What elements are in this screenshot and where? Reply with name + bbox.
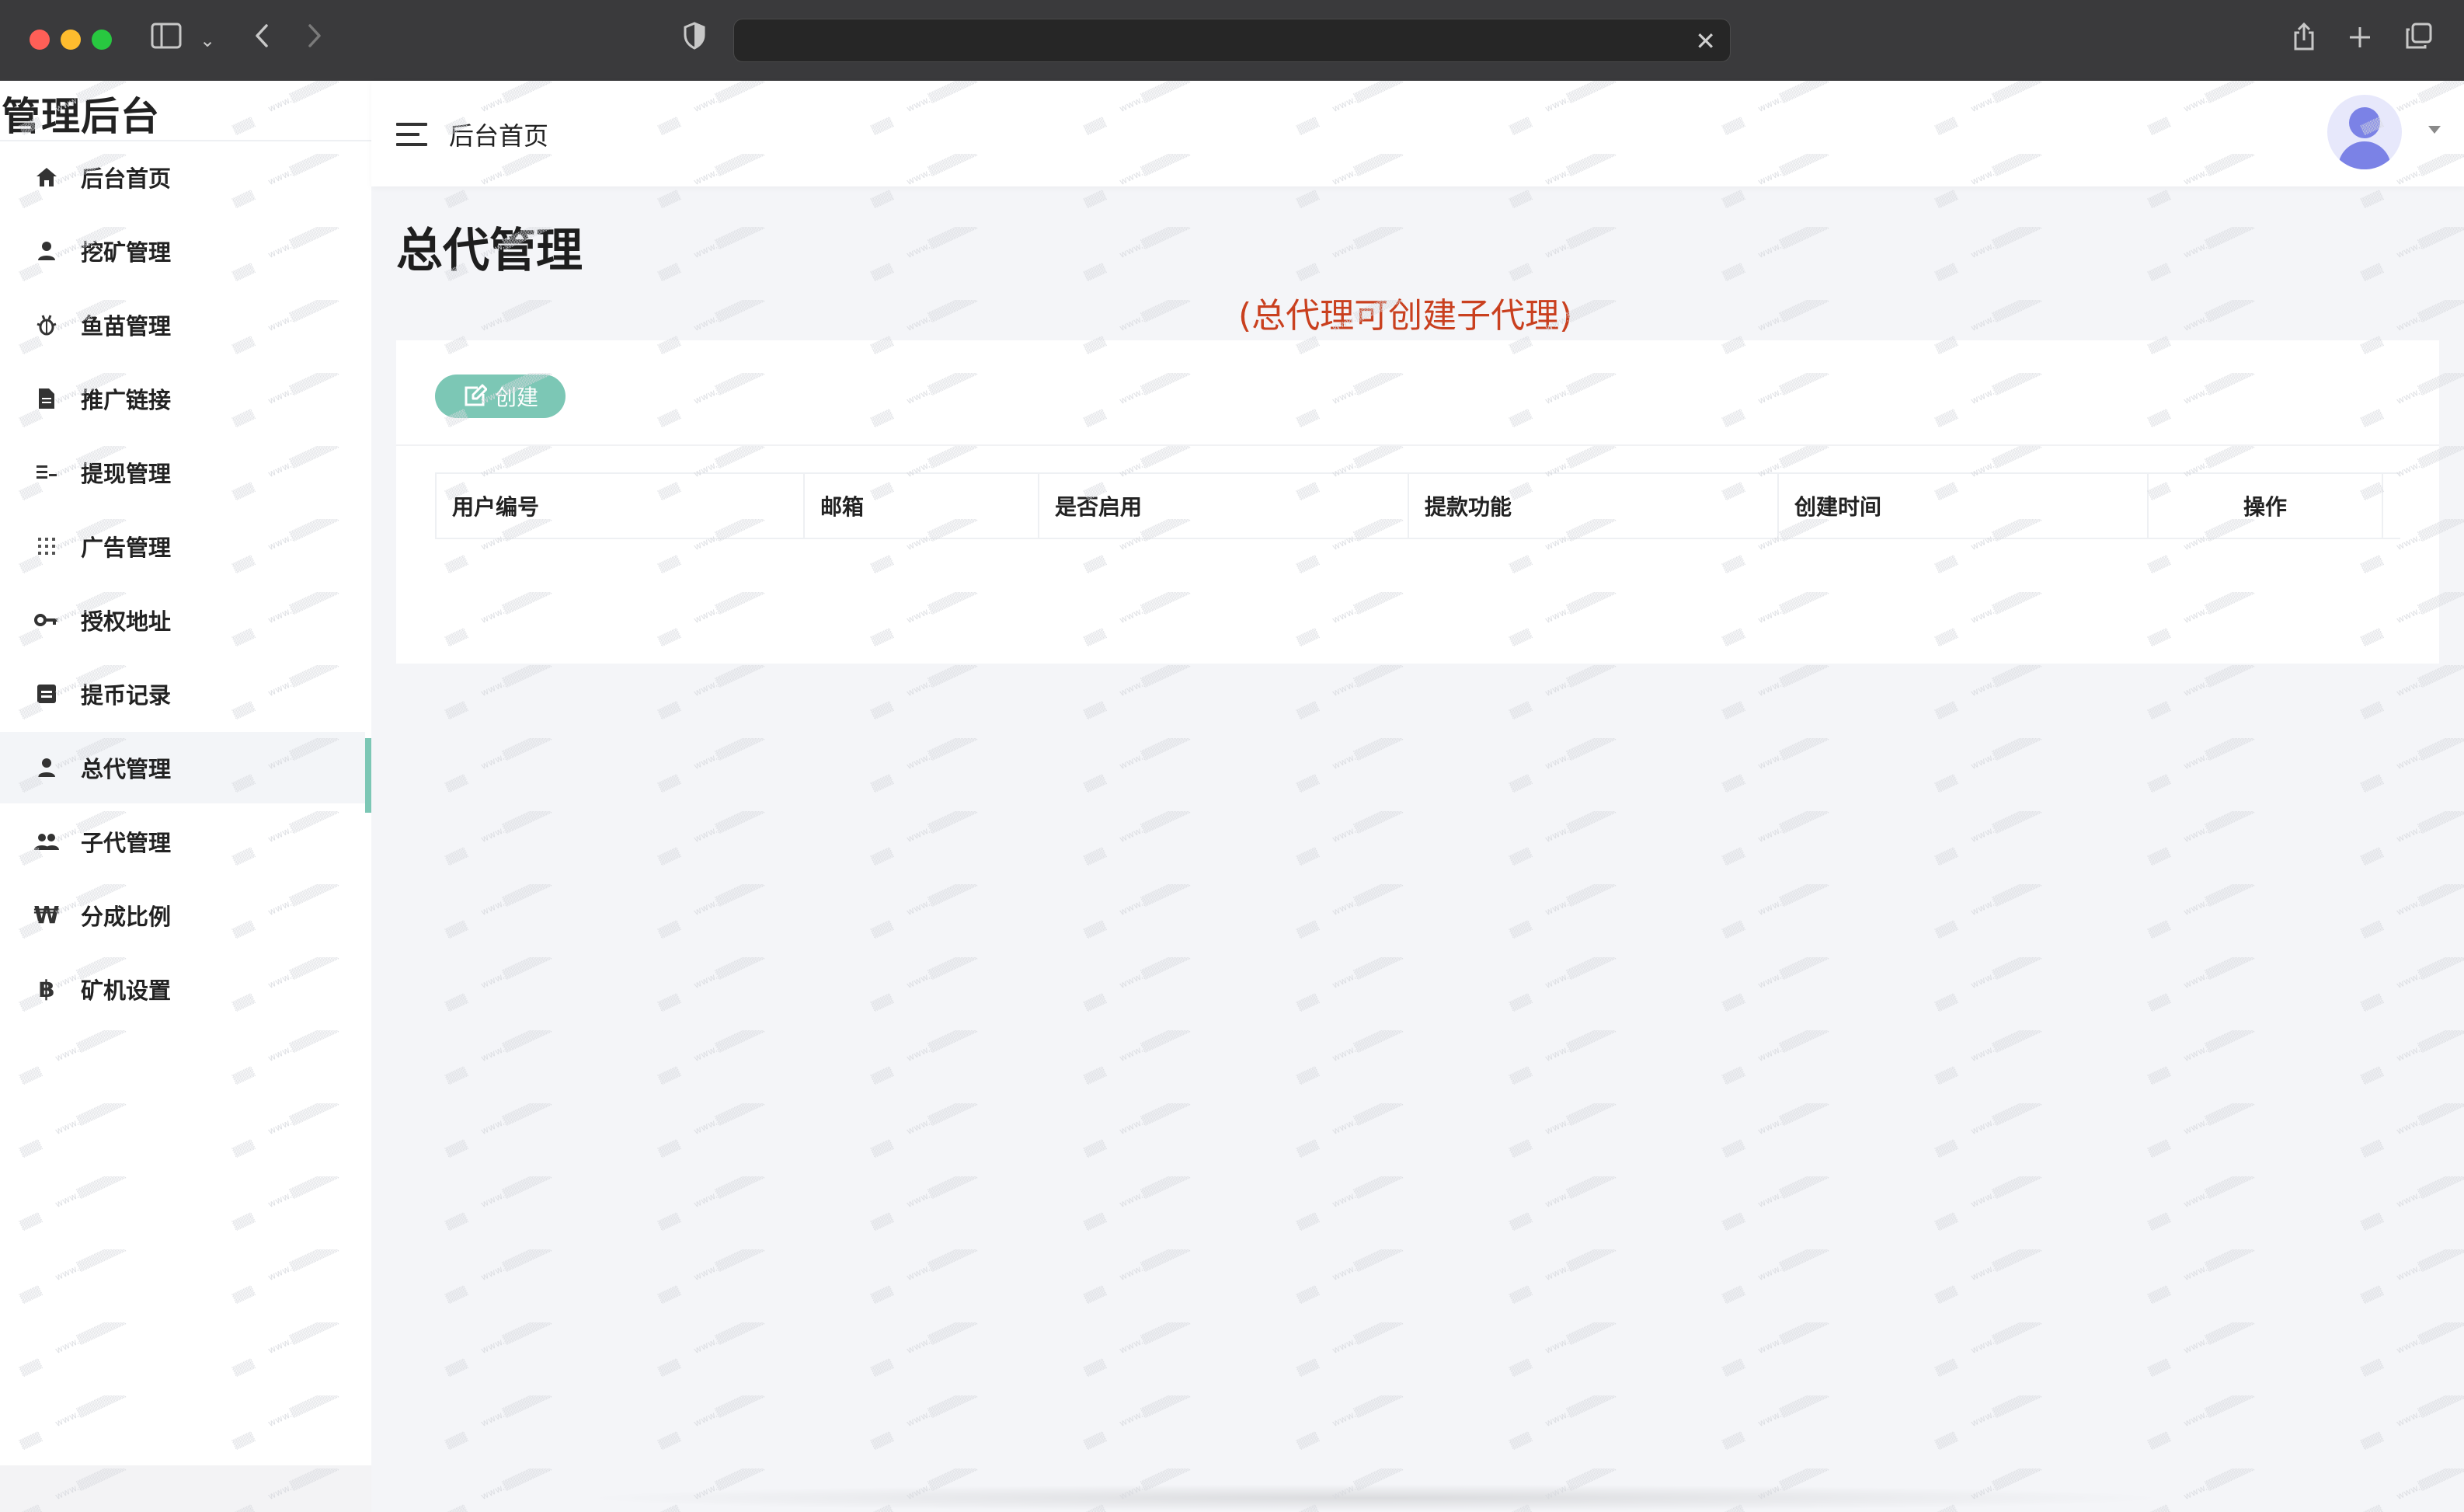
sidebar-item-label: 提币记录	[81, 682, 172, 709]
forward-icon[interactable]	[301, 22, 329, 59]
won-icon: ₩	[33, 901, 60, 929]
address-bar[interactable]: ✕	[733, 19, 1731, 62]
table-header: 用户编号 邮箱 是否启用 提款功能 创建时间 操作	[435, 472, 2400, 539]
sidebar-item-share-ratio[interactable]: ₩ 分成比例	[0, 880, 365, 951]
caret-down-icon[interactable]	[2428, 126, 2441, 134]
card-icon	[31, 678, 62, 709]
sidebar-item-promo-link[interactable]: 推广链接	[0, 363, 365, 434]
user-icon	[31, 752, 62, 783]
document-icon	[31, 383, 62, 414]
bitcoin-icon: ฿	[38, 975, 55, 1003]
column-header-enabled[interactable]: 是否启用	[1039, 474, 1409, 538]
avatar[interactable]	[2327, 95, 2402, 169]
sidebar-item-withdraw[interactable]: 提现管理	[0, 437, 365, 508]
sidebar-item-label: 授权地址	[81, 608, 172, 635]
bug-icon	[31, 309, 62, 340]
home-icon	[31, 162, 62, 193]
divider	[396, 444, 2439, 446]
clear-icon[interactable]: ✕	[1695, 19, 1716, 63]
browser-toolbar: ⌄ ✕	[0, 0, 2464, 81]
sidebar-item-label: 推广链接	[81, 387, 172, 413]
sidebar-item-fish[interactable]: 鱼苗管理	[0, 289, 365, 361]
minimize-window-button[interactable]	[61, 30, 81, 50]
back-icon[interactable]	[247, 22, 275, 59]
window-shadow	[575, 1484, 2175, 1512]
chevron-down-icon[interactable]: ⌄	[196, 22, 219, 59]
content-card: 创建 用户编号 邮箱 是否启用 提款功能 创建时间 操作	[396, 340, 2439, 664]
sidebar-item-label: 后台首页	[81, 165, 172, 192]
column-header-user-id[interactable]: 用户编号	[435, 474, 805, 538]
sidebar-item-general-agent[interactable]: 总代管理	[0, 732, 365, 803]
sidebar-item-label: 挖矿管理	[81, 239, 172, 266]
sidebar-footer	[0, 1465, 371, 1512]
column-header-actions[interactable]: 操作	[2149, 474, 2383, 538]
sidebar-item-miner-settings[interactable]: ฿ 矿机设置	[0, 953, 365, 1025]
sidebar-item-label: 鱼苗管理	[81, 313, 172, 340]
new-tab-icon[interactable]	[2344, 22, 2375, 59]
column-header-email[interactable]: 邮箱	[805, 474, 1039, 538]
grid-icon	[31, 531, 62, 562]
list-icon	[31, 457, 62, 488]
maximize-window-button[interactable]	[92, 30, 112, 50]
breadcrumb[interactable]: 后台首页	[449, 117, 548, 152]
sidebar-item-label: 分成比例	[81, 904, 172, 930]
sidebar-item-home[interactable]: 后台首页	[0, 141, 365, 213]
create-button[interactable]: 创建	[435, 375, 566, 418]
tabs-overview-icon[interactable]	[2403, 22, 2434, 59]
page-note: (总代理可创建子代理)	[1238, 296, 1573, 336]
column-header-created-time[interactable]: 创建时间	[1779, 474, 2149, 538]
users-icon	[31, 826, 62, 857]
sidebar-item-ads[interactable]: 广告管理	[0, 510, 365, 582]
sidebar-toggle-icon[interactable]	[149, 22, 183, 59]
active-indicator	[365, 738, 371, 813]
sidebar-item-sub-agent[interactable]: 子代管理	[0, 806, 365, 877]
sidebar-item-label: 矿机设置	[81, 977, 172, 1004]
create-button-label: 创建	[494, 385, 538, 410]
user-icon	[31, 235, 62, 267]
key-icon	[31, 604, 62, 636]
sidebar-item-label: 广告管理	[81, 535, 172, 561]
sidebar-item-auth-address[interactable]: 授权地址	[0, 584, 365, 656]
sidebar-item-label: 子代管理	[81, 830, 172, 856]
brand-title: 管理后台	[2, 94, 160, 139]
shield-icon[interactable]	[679, 22, 710, 59]
edit-icon	[465, 384, 487, 406]
page-title: 总代管理	[396, 224, 583, 278]
close-window-button[interactable]	[30, 30, 50, 50]
column-header-withdraw-function[interactable]: 提款功能	[1409, 474, 1779, 538]
sidebar-item-label: 提现管理	[81, 461, 172, 487]
menu-toggle-icon[interactable]	[396, 123, 427, 146]
top-header: 后台首页	[371, 81, 2464, 186]
sidebar-item-coin-records[interactable]: 提币记录	[0, 658, 365, 730]
sidebar-item-label: 总代管理	[81, 756, 172, 782]
share-icon[interactable]	[2288, 22, 2320, 59]
sidebar-item-mining[interactable]: 挖矿管理	[0, 215, 365, 287]
